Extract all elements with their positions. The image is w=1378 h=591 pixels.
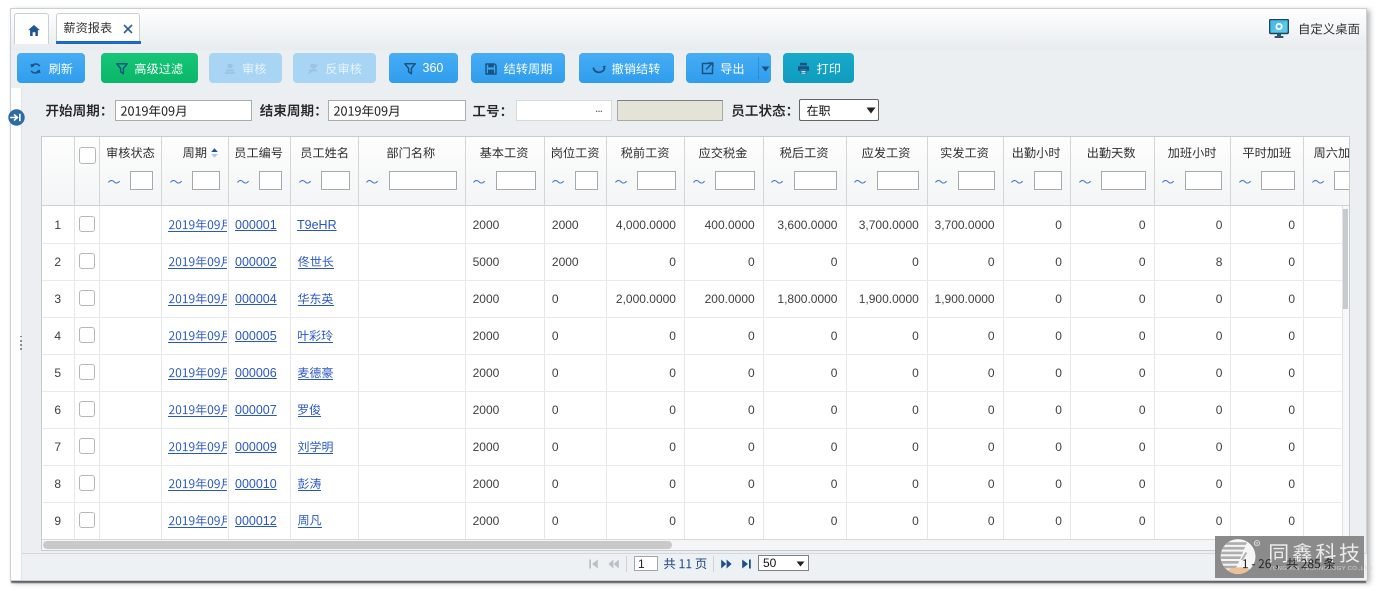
svg-text:R: R — [1255, 541, 1258, 546]
